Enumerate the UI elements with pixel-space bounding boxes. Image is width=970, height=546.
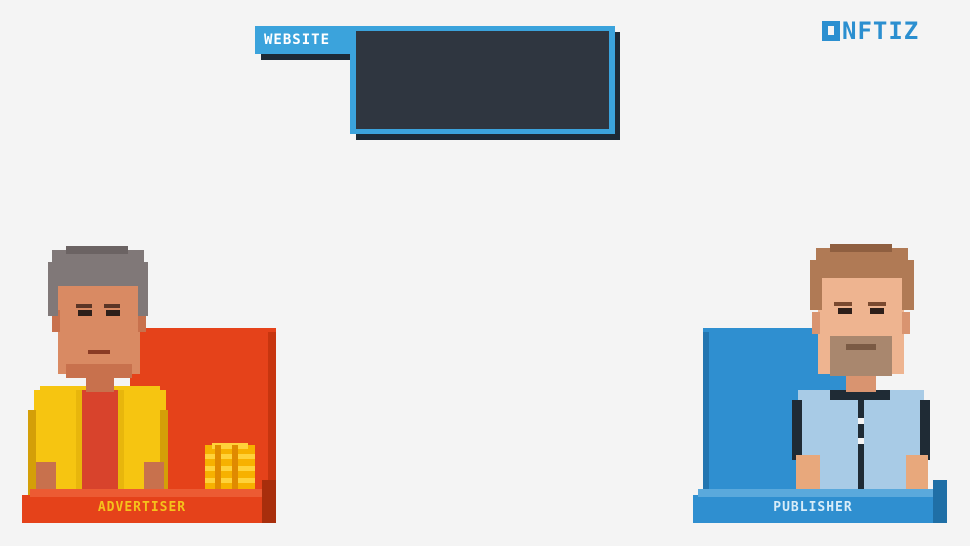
website-label-shadow [261,54,353,60]
website-screen [356,31,609,129]
publisher-illustration [693,244,947,523]
advertiser-station: ADVERTISER [0,240,290,530]
website-label: WEBSITE [255,26,353,54]
advertiser-label: ADVERTISER [97,500,187,515]
coin-stack-icon [205,443,255,495]
logo-text: NFTIZ [842,17,920,45]
website-screen-shadow [615,32,620,140]
nftiz-logo-icon [822,21,840,41]
website-screen-shadow-bottom [356,134,620,140]
publisher-label: PUBLISHER [773,500,853,515]
advertiser-illustration [22,246,276,523]
nftiz-logo[interactable]: NFTIZ [822,17,920,45]
publisher-station: PUBLISHER [690,240,960,530]
website-panel: WEBSITE [255,26,625,146]
